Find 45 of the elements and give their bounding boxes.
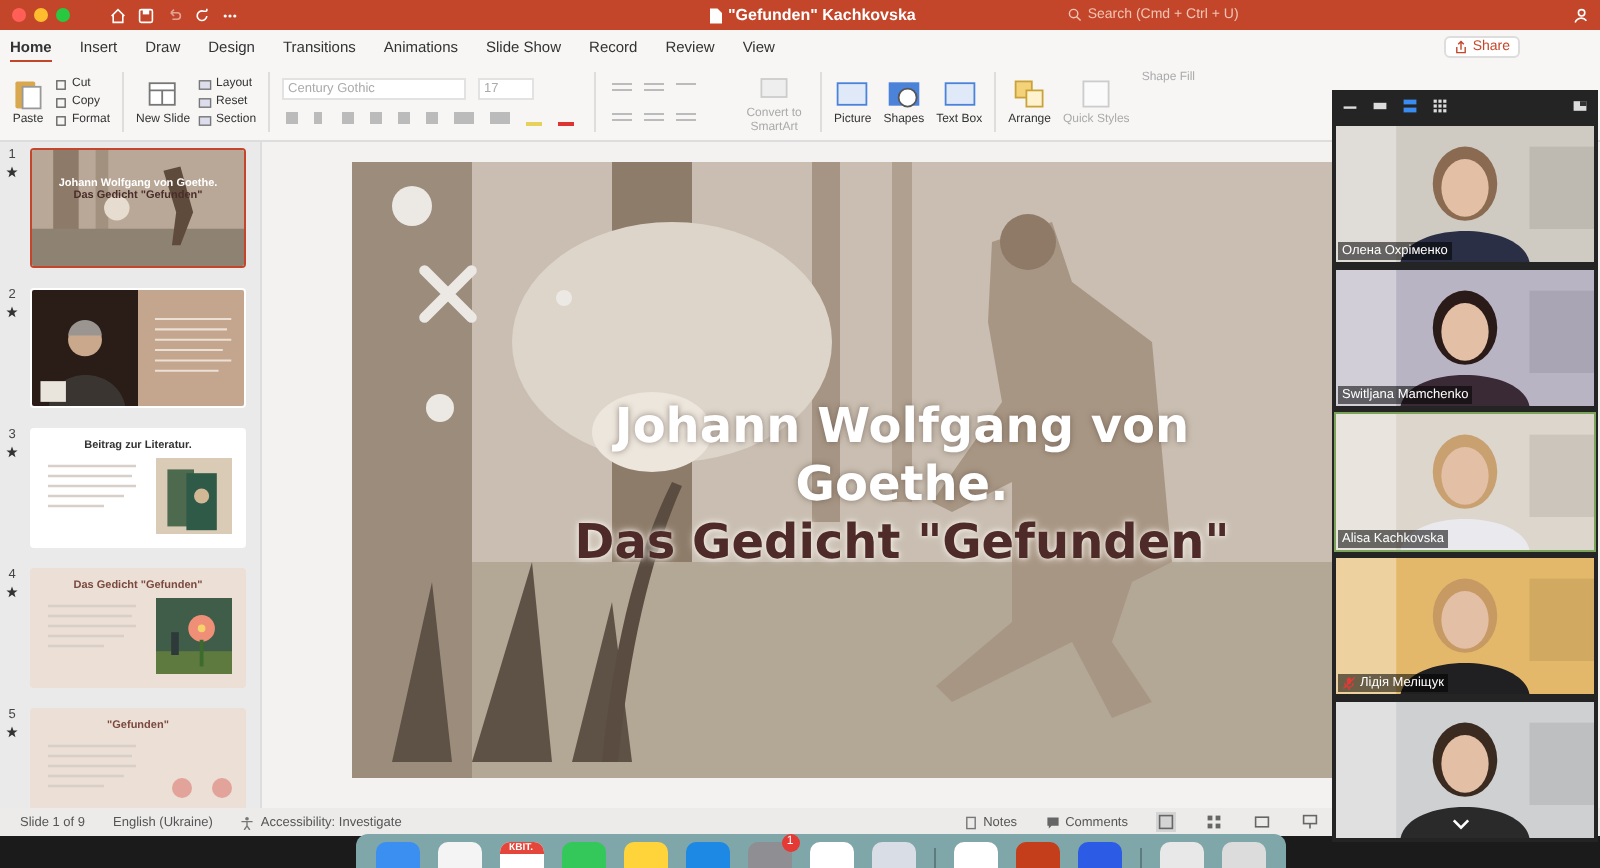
slide-title: Johann Wolfgang von Goethe. xyxy=(610,398,1192,514)
grid-view-icon[interactable] xyxy=(1432,97,1448,113)
dock-app-icon[interactable] xyxy=(809,842,853,868)
single-view-icon[interactable] xyxy=(1372,97,1388,113)
comment-icon xyxy=(1045,815,1060,829)
layout-icon[interactable] xyxy=(1572,97,1588,113)
chevron-down-icon[interactable] xyxy=(1452,818,1470,830)
insert-icon xyxy=(885,76,922,113)
save-icon[interactable] xyxy=(138,7,154,23)
normal-view-icon[interactable] xyxy=(1156,812,1176,832)
quick-styles-icon xyxy=(1078,76,1115,113)
dock-app-icon[interactable] xyxy=(953,842,997,868)
document-icon xyxy=(710,7,722,23)
search-icon xyxy=(1067,8,1082,22)
star-icon xyxy=(6,586,18,598)
star-icon xyxy=(6,166,18,178)
redo-icon[interactable] xyxy=(194,7,210,23)
star-icon xyxy=(6,446,18,458)
dock-app-icon[interactable] xyxy=(1077,842,1121,868)
square-icon xyxy=(54,77,68,91)
star-icon xyxy=(6,306,18,318)
square-icon xyxy=(54,95,68,109)
home-icon[interactable] xyxy=(110,7,126,23)
reading-view-icon[interactable] xyxy=(1252,812,1272,832)
notes-icon xyxy=(963,815,978,829)
presenter-view-icon[interactable] xyxy=(1300,812,1320,832)
cross-shape xyxy=(416,262,480,326)
text-lines-drawing xyxy=(138,290,244,406)
window-title: "Gefunden" Kachkovska xyxy=(728,6,916,24)
dock-app-icon[interactable] xyxy=(1159,842,1203,868)
clipboard-icon xyxy=(10,76,46,113)
undo-icon[interactable] xyxy=(166,7,182,23)
people-icon[interactable] xyxy=(1572,7,1588,23)
dock-app-icon[interactable] xyxy=(437,842,481,868)
maximize-icon[interactable] xyxy=(56,8,70,22)
slide-sorter-icon[interactable] xyxy=(1204,812,1224,832)
slide-thumbnail[interactable] xyxy=(30,288,246,408)
list-view-icon[interactable] xyxy=(1402,97,1418,113)
star-icon xyxy=(6,726,18,738)
flowers-drawing xyxy=(172,778,232,798)
dock-app-icon[interactable] xyxy=(1015,842,1059,868)
share-icon xyxy=(1454,40,1469,54)
square-icon xyxy=(54,113,68,127)
accessibility-icon xyxy=(240,815,255,829)
arrange-icon xyxy=(1011,76,1048,113)
